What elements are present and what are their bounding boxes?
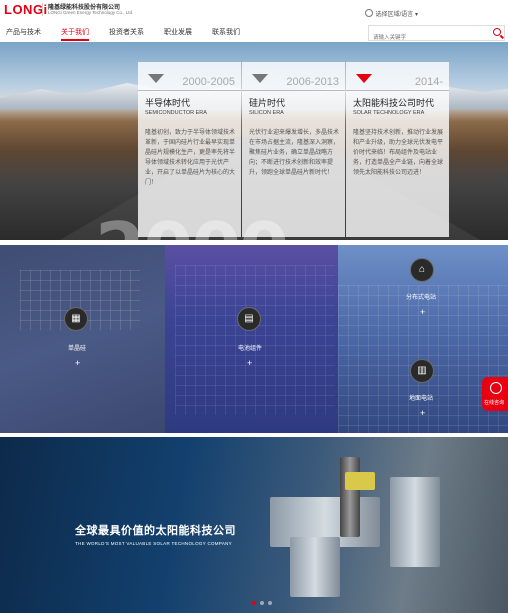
era-years: 2014- <box>414 76 443 88</box>
plus-icon[interactable]: + <box>247 358 252 368</box>
search-box <box>368 25 505 44</box>
machine-image <box>250 437 450 613</box>
panel-texture <box>175 265 335 415</box>
online-consult-button[interactable]: 在线咨询 <box>482 377 508 411</box>
carousel-dot[interactable] <box>268 601 272 605</box>
plus-icon[interactable]: + <box>75 358 80 368</box>
headset-icon <box>490 382 502 394</box>
era-marker-icon <box>356 74 372 83</box>
carousel-dot[interactable] <box>252 601 256 605</box>
panel-mono-silicon[interactable]: ▦ 单晶硅 + <box>0 245 165 433</box>
region-label: 选择区域/语言 ▾ <box>375 12 418 18</box>
plus-icon[interactable]: + <box>420 408 425 418</box>
era-card-solar-tech[interactable]: 2014- 太阳能科技公司时代 SOLAR TECHNOLOGY ERA 隆基坚… <box>346 62 449 237</box>
logo-divider <box>42 3 43 16</box>
era-description: 隆基初创，致力于半导体领域技术革新，于国内硅片行业最早实现单晶硅片规模化生产，更… <box>145 130 236 186</box>
globe-icon <box>364 9 373 17</box>
nav-contact[interactable]: 联系我们 <box>212 25 240 41</box>
era-marker-icon <box>148 74 164 83</box>
era-subtitle: SOLAR TECHNOLOGY ERA <box>353 110 425 116</box>
nav-products[interactable]: 产品与技术 <box>6 25 41 41</box>
main-nav: 产品与技术 关于我们 投资者关系 职业发展 联系我们 <box>0 25 254 41</box>
nav-about[interactable]: 关于我们 <box>61 25 89 41</box>
era-description: 隆基坚持技术创新，推动行业发展和产业升级，助力全球光伏发电平价时代来临！布局组件… <box>353 130 444 176</box>
ground-station-icon: ▥ <box>410 359 434 383</box>
business-section: ▦ 单晶硅 + ▤ 电池组件 + ⌂ 分布式电站 + ▥ 地面电站 + <box>0 245 508 433</box>
era-description: 光伏行业迎来爆发增长，多晶技术在市场占据主流，隆基深入洞察，聚焦硅片业务，确立单… <box>249 130 340 176</box>
era-card-silicon[interactable]: 2006-2013 硅片时代 SILICON ERA 光伏行业迎来爆发增长，多晶… <box>242 62 345 237</box>
panel-label: 单晶硅 <box>68 346 87 352</box>
tech-banner: 全球最具价值的太阳能科技公司 THE WORLD'S MOST VALUABLE… <box>0 437 508 613</box>
search-icon[interactable] <box>493 28 501 36</box>
era-divider <box>138 90 241 91</box>
nav-careers[interactable]: 职业发展 <box>164 25 192 41</box>
carousel-dots <box>252 601 272 605</box>
company-name-en: LONGi Green Energy Technology Co., Ltd. <box>48 10 134 15</box>
carousel-dot[interactable] <box>260 601 264 605</box>
era-years: 2006-2013 <box>286 76 339 88</box>
era-divider <box>346 90 449 91</box>
distributed-station-icon: ⌂ <box>410 258 434 282</box>
era-title: 硅片时代 <box>249 98 286 108</box>
panel-label: 电池组件 <box>238 346 263 352</box>
panel-label: 分布式电站 <box>406 295 437 301</box>
era-subtitle: SEMICONDUCTOR ERA <box>145 110 207 116</box>
region-selector[interactable]: 选择区域/语言 ▾ <box>364 9 418 18</box>
era-title: 半导体时代 <box>145 98 191 108</box>
era-card-semiconductor[interactable]: 2000-2005 半导体时代 SEMICONDUCTOR ERA 隆基初创，致… <box>138 62 241 237</box>
era-marker-icon <box>252 74 268 83</box>
era-subtitle: SILICON ERA <box>249 110 284 116</box>
site-header: LONGi 隆基绿能科技股份有限公司 LONGi Green Energy Te… <box>0 0 508 44</box>
mono-silicon-icon: ▦ <box>64 307 88 331</box>
panel-cell-module[interactable]: ▤ 电池组件 + <box>165 245 338 433</box>
nav-investors[interactable]: 投资者关系 <box>109 25 144 41</box>
panel-label: 地面电站 <box>409 396 434 402</box>
solar-module-icon: ▤ <box>237 307 261 331</box>
plus-icon[interactable]: + <box>420 307 425 317</box>
banner-subtitle: THE WORLD'S MOST VALUABLE SOLAR TECHNOLO… <box>75 541 232 546</box>
banner-title: 全球最具价值的太阳能科技公司 <box>75 525 236 537</box>
era-title: 太阳能科技公司时代 <box>353 98 435 108</box>
era-divider <box>242 90 345 91</box>
online-consult-label: 在线咨询 <box>484 400 505 406</box>
era-years: 2000-2005 <box>182 76 235 88</box>
history-hero: 2000 2000-2005 半导体时代 SEMICONDUCTOR ERA 隆… <box>0 42 508 240</box>
